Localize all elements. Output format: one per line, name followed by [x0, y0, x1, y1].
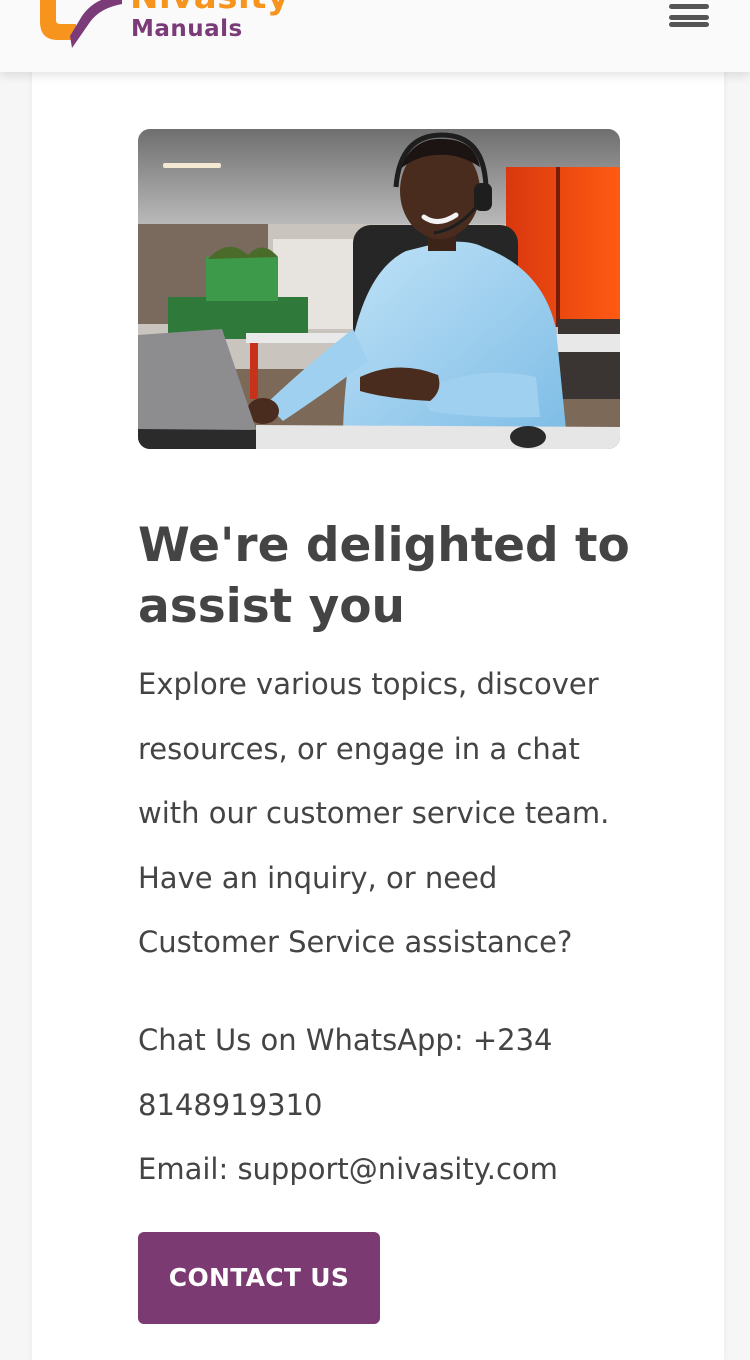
- menu-bar: [669, 15, 709, 20]
- email-contact[interactable]: Email: support@nivasity.com: [138, 1137, 678, 1201]
- site-logo[interactable]: Nivasity Manuals: [36, 0, 336, 70]
- customer-service-agent-photo: [138, 129, 620, 449]
- menu-bar: [669, 22, 709, 27]
- whatsapp-contact[interactable]: Chat Us on WhatsApp: +234 8148919310: [138, 1008, 618, 1137]
- hamburger-menu-icon[interactable]: [662, 0, 716, 40]
- logo-title: Nivasity: [130, 0, 290, 14]
- site-header: Nivasity Manuals: [0, 0, 750, 72]
- logo-mark-icon: [40, 0, 122, 48]
- menu-bar: [669, 4, 709, 9]
- hero-illustration: [138, 129, 620, 449]
- intro-paragraph: Explore various topics, discover resourc…: [138, 667, 610, 959]
- page-headline: We're delighted to assist you: [138, 518, 630, 634]
- logo-subtitle: Manuals: [131, 16, 243, 42]
- contact-us-button[interactable]: CONTACT US: [138, 1232, 380, 1324]
